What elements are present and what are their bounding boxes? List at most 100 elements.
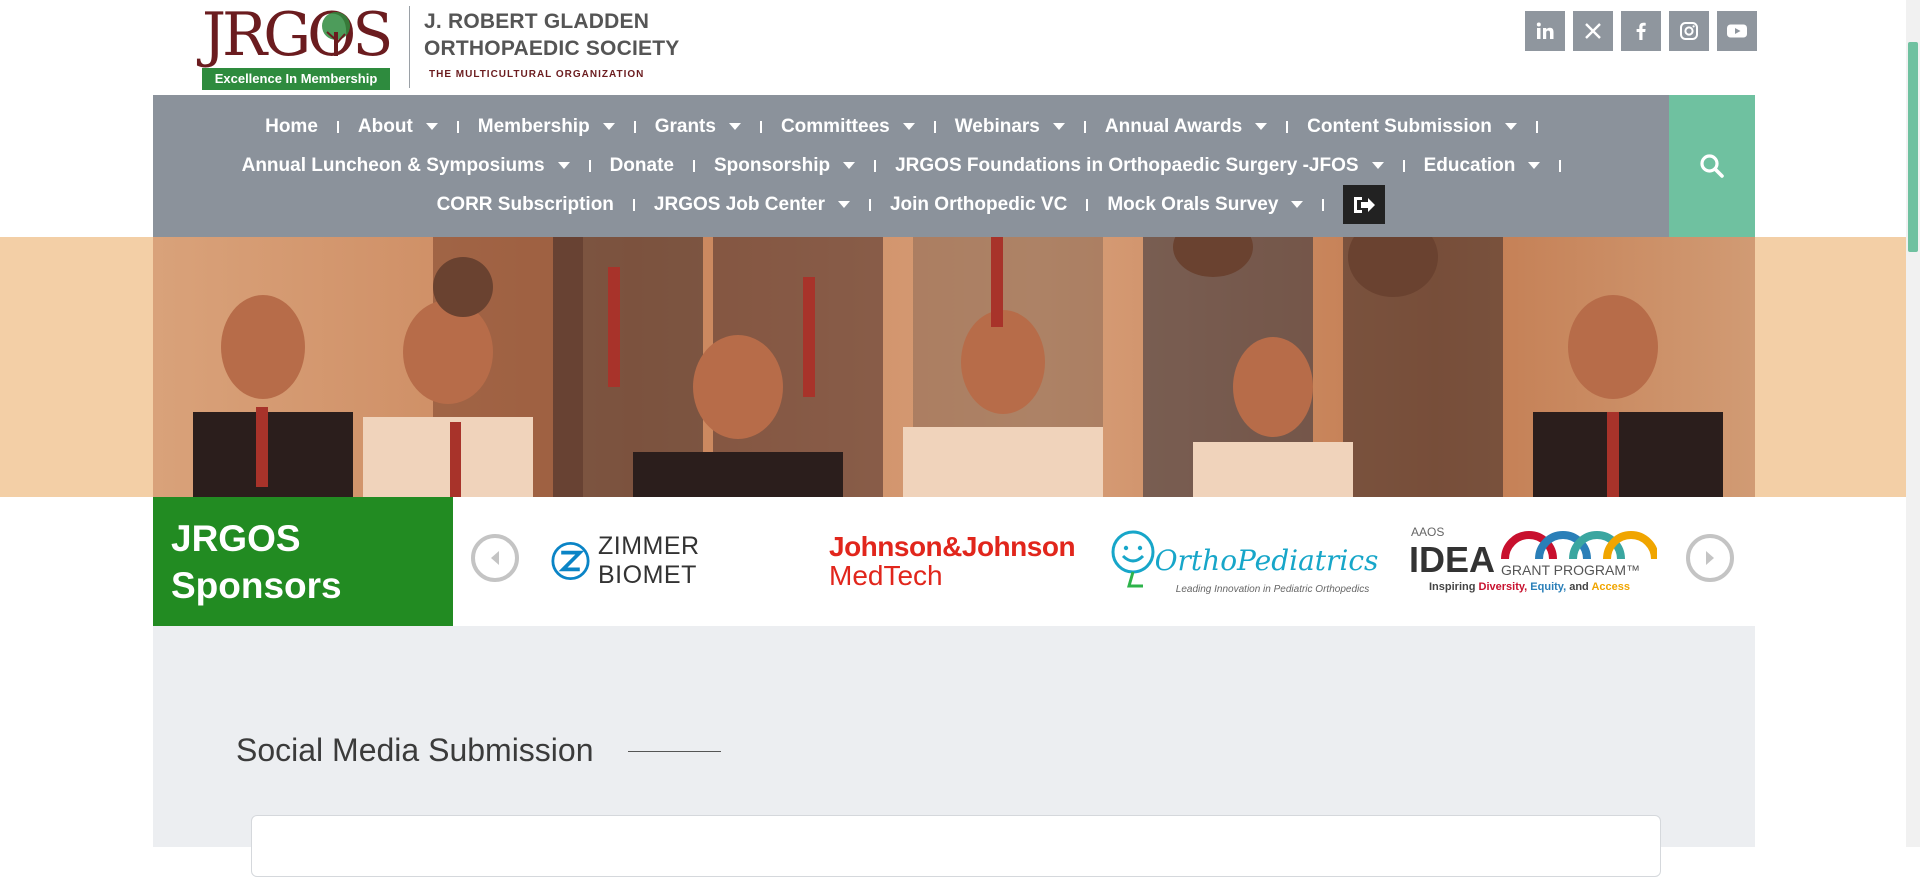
nav-label: Committees: [780, 115, 890, 137]
org-name-line2: ORTHOPAEDIC SOCIETY: [424, 37, 680, 60]
nav-label: Donate: [609, 154, 674, 176]
jnj-logo-line1: Johnson&Johnson: [829, 531, 1076, 562]
nav-row-2: Annual Luncheon & Symposiums Donate Spon…: [153, 146, 1669, 185]
nav-separator: [1083, 120, 1086, 133]
carousel-next-button[interactable]: [1686, 534, 1734, 582]
nav-committees[interactable]: Committees: [781, 116, 915, 138]
nav-row-3: CORR Subscription JRGOS Job Center Join …: [153, 185, 1669, 224]
org-name: J. ROBERT GLADDEN ORTHOPAEDIC SOCIETY: [424, 8, 679, 62]
nav-jfos[interactable]: JRGOS Foundations in Orthopaedic Surgery…: [895, 155, 1384, 177]
jnj-logo-line2: MedTech: [829, 560, 943, 591]
nav-mock-orals-survey[interactable]: Mock Orals Survey: [1107, 194, 1304, 216]
facebook-icon: [1636, 22, 1646, 40]
caret-down-icon: [1504, 123, 1517, 130]
caret-down-icon: [902, 123, 915, 130]
sponsors-heading: JRGOS Sponsors: [153, 497, 453, 626]
nav-label: Annual Luncheon & Symposiums: [241, 154, 545, 176]
sponsor-aaos-idea[interactable]: AAOS IDEA GRANT PROGRAM™ Inspiring Diver…: [1409, 513, 1661, 609]
nav-separator: [336, 120, 339, 133]
nav-label: JRGOS Job Center: [653, 193, 825, 215]
nav-webinars[interactable]: Webinars: [955, 116, 1065, 138]
nav-label: Home: [265, 115, 318, 137]
nav-corr-subscription[interactable]: CORR Subscription: [437, 194, 614, 216]
instagram-link[interactable]: [1669, 11, 1709, 51]
logout-button[interactable]: [1343, 185, 1386, 224]
nav-label: Annual Awards: [1104, 115, 1243, 137]
sponsor-zimmer-biomet[interactable]: ZIMMER BIOMET: [551, 513, 791, 609]
caret-down-icon: [1052, 123, 1065, 130]
linkedin-link[interactable]: [1525, 11, 1565, 51]
nav-separator: [874, 159, 877, 172]
nav-job-center[interactable]: JRGOS Job Center: [654, 194, 850, 216]
youtube-link[interactable]: [1717, 11, 1757, 51]
caret-down-icon: [1291, 201, 1304, 208]
caret-down-icon: [1528, 162, 1541, 169]
org-name-line1: J. ROBERT GLADDEN: [424, 10, 650, 33]
nav-label: Content Submission: [1307, 115, 1492, 137]
nav-separator: [588, 159, 591, 172]
nav-home[interactable]: Home: [265, 116, 318, 138]
nav-separator: [1559, 159, 1562, 172]
nav-about[interactable]: About: [358, 116, 438, 138]
scrollbar-thumb[interactable]: [1908, 42, 1918, 252]
main-content: Social Media Submission: [153, 626, 1755, 877]
aaos-logo-grant: GRANT PROGRAM™: [1501, 562, 1640, 578]
nav-membership[interactable]: Membership: [478, 116, 615, 138]
tree-icon: [322, 12, 350, 56]
caret-down-icon: [843, 162, 856, 169]
nav-separator: [1402, 159, 1405, 172]
sponsors-section: JRGOS Sponsors ZIMMER BIOMET Johnson&Joh…: [153, 497, 1755, 626]
sponsor-jnj-medtech[interactable]: Johnson&Johnson MedTech: [829, 513, 1076, 609]
caret-down-icon: [1255, 123, 1268, 130]
nav-label: Grants: [654, 115, 716, 137]
caret-down-icon: [1371, 162, 1384, 169]
sponsors-heading-line2: Sponsors: [171, 565, 342, 606]
ortho-logo-text: OrthoPediatrics: [1154, 544, 1379, 577]
nav-annual-luncheon[interactable]: Annual Luncheon & Symposiums: [242, 155, 570, 177]
nav-join-orthopedic-vc[interactable]: Join Orthopedic VC: [890, 194, 1067, 216]
aaos-tagline-equity: Equity,: [1530, 581, 1567, 593]
logo-wordmark: JRGOS: [202, 0, 393, 70]
nav-content-submission[interactable]: Content Submission: [1307, 116, 1517, 138]
nav-grants[interactable]: Grants: [655, 116, 741, 138]
aaos-logo-idea: IDEA: [1409, 539, 1496, 580]
main-nav: Home About Membership Grants Committees …: [153, 95, 1669, 237]
chevron-right-icon: [1706, 551, 1714, 565]
aaos-tagline-and: and: [1569, 581, 1589, 593]
nav-label: Membership: [477, 115, 590, 137]
nav-label: Education: [1423, 154, 1516, 176]
nav-row-1: Home About Membership Grants Committees …: [153, 107, 1669, 146]
nav-education[interactable]: Education: [1424, 155, 1541, 177]
nav-separator: [1535, 120, 1538, 133]
chevron-left-icon: [491, 551, 499, 565]
facebook-link[interactable]: [1621, 11, 1661, 51]
search-button[interactable]: [1669, 95, 1755, 237]
nav-label: CORR Subscription: [436, 193, 614, 215]
aaos-arcs-icon: [1501, 531, 1657, 560]
smiley-figure-icon: [1111, 530, 1155, 587]
caret-down-icon: [425, 123, 438, 130]
aaos-logo-tagline: Inspiring Diversity, Equity, and Access: [1429, 581, 1630, 593]
hero-group-photo: [153, 237, 1755, 497]
nav-donate[interactable]: Donate: [610, 155, 674, 177]
x-icon: [1585, 23, 1601, 39]
aaos-tagline-access: Access: [1591, 581, 1630, 593]
x-link[interactable]: [1573, 11, 1613, 51]
nav-separator: [1322, 198, 1325, 211]
sponsor-orthopediatrics[interactable]: OrthoPediatrics Leading Innovation in Pe…: [1111, 513, 1378, 609]
linkedin-icon: [1536, 22, 1554, 39]
nav-label: Join Orthopedic VC: [889, 193, 1068, 215]
site-logo[interactable]: JRGOS Excellence In Membership: [202, 4, 394, 90]
caret-down-icon: [602, 123, 615, 130]
aaos-tagline-diversity: Diversity,: [1478, 581, 1528, 593]
ortho-logo-subtext: Leading Innovation in Pediatric Orthoped…: [1175, 583, 1370, 595]
instagram-icon: [1680, 22, 1698, 40]
nav-sponsorship[interactable]: Sponsorship: [713, 154, 856, 177]
nav-annual-awards[interactable]: Annual Awards: [1104, 115, 1268, 138]
carousel-prev-button[interactable]: [471, 534, 519, 582]
search-icon: [1700, 154, 1724, 178]
nav-label: Sponsorship: [713, 154, 831, 176]
nav-label: Webinars: [954, 115, 1040, 137]
site-header: JRGOS Excellence In Membership J. ROBERT…: [0, 0, 1920, 95]
org-subtitle: THE MULTICULTURAL ORGANIZATION: [429, 69, 645, 80]
